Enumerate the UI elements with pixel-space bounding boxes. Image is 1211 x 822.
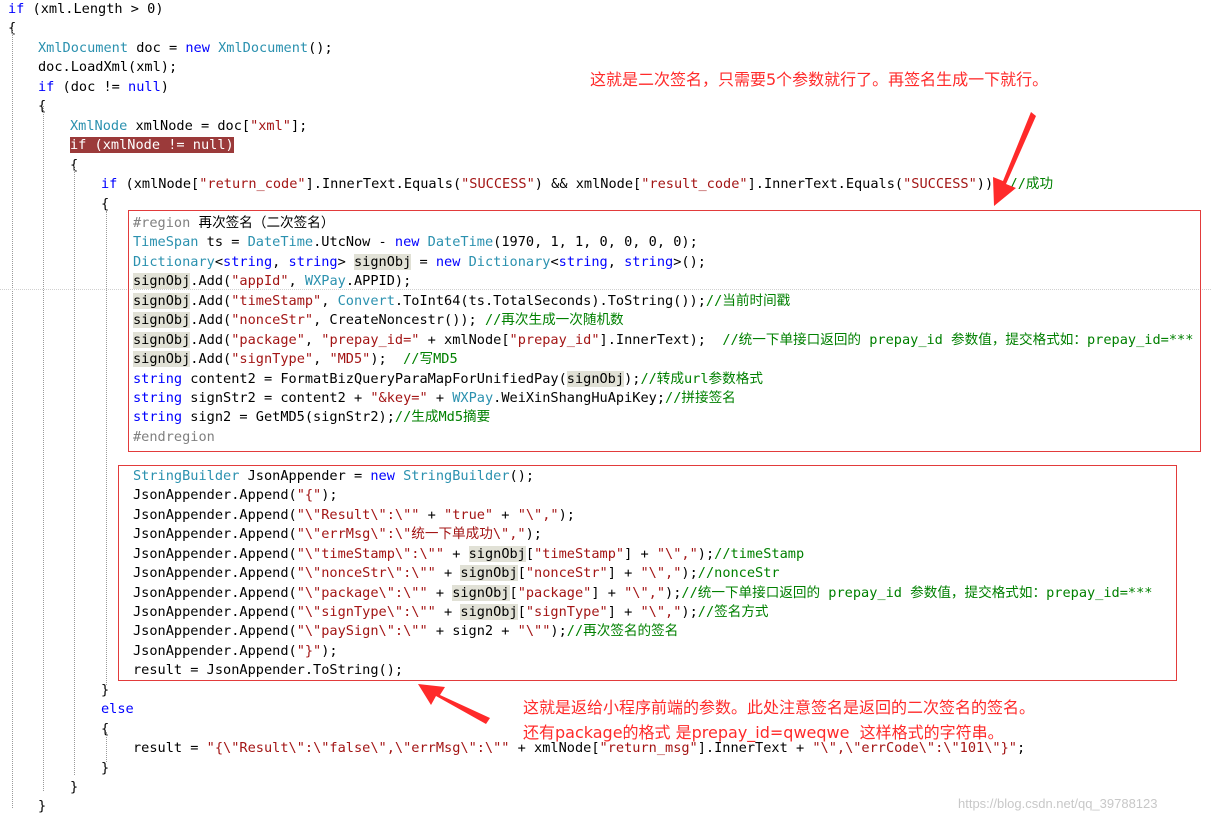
watermark: https://blog.csdn.net/qq_39788123 bbox=[958, 796, 1158, 811]
bottom-arrow bbox=[418, 684, 490, 724]
